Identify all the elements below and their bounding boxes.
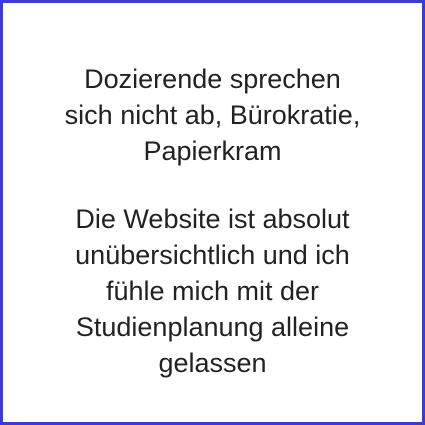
paragraph-1: Dozierende sprechen sich nicht ab, Bürok… <box>13 61 412 169</box>
paragraph-1-line: sich nicht ab, Bürokratie, <box>64 100 361 130</box>
paragraph-2-line: Studienplanung alleine <box>75 312 350 342</box>
paragraph-2-line: unübersichtlich und ich <box>75 240 350 270</box>
paragraph-2-line: fühle mich mit der <box>105 276 320 306</box>
paragraph-1-line: Dozierende sprechen <box>84 64 341 94</box>
paragraph-1-line: Papierkram <box>143 136 282 166</box>
paragraph-2-line: gelassen <box>158 348 267 378</box>
paragraph-2: Die Website ist absolut unübersichtlich … <box>13 201 412 381</box>
paragraph-2-line: Die Website ist absolut <box>75 204 350 234</box>
feedback-card: Dozierende sprechen sich nicht ab, Bürok… <box>0 0 425 425</box>
